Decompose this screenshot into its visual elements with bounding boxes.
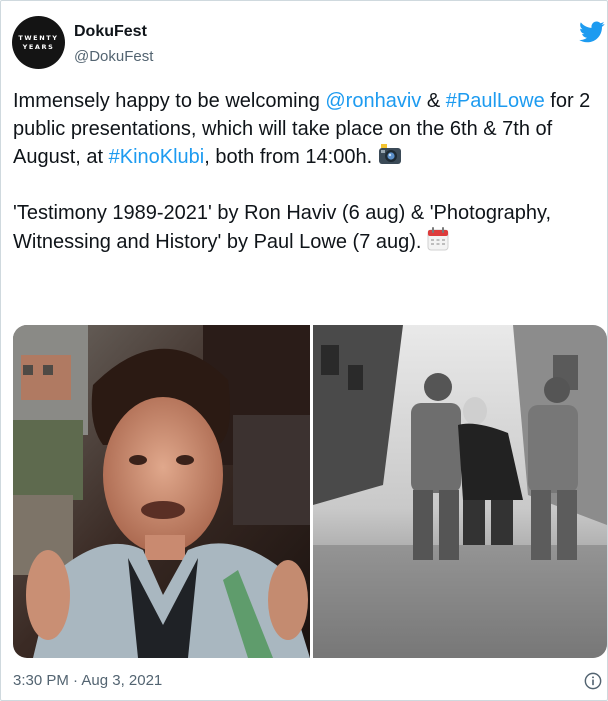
tweet-paragraph: 'Testimony 1989-2021' by Ron Haviv (6 au… [13,199,598,256]
tweet-text: Immensely happy to be welcoming @ronhavi… [13,87,598,256]
mention-link[interactable]: @ronhaviv [325,90,421,112]
calendar-icon [427,227,449,251]
text-segment: Immensely happy to be welcoming [13,90,326,112]
media-container [13,325,607,658]
info-icon[interactable] [584,672,602,690]
text-segment: 'Testimony 1989-2021' by Ron Haviv (6 au… [13,202,552,253]
hashtag-link[interactable]: #PaulLowe [446,90,545,112]
avatar-text: YEARS [22,42,55,51]
author-name[interactable]: DokuFest [74,23,147,41]
twitter-bird-icon[interactable] [579,19,605,45]
photo-soldiers-street[interactable] [313,325,607,658]
hashtag-link[interactable]: #KinoKlubi [109,146,205,168]
text-segment: & [421,90,446,112]
camera-with-flash-icon [378,144,401,164]
author-handle[interactable]: @DokuFest [74,48,153,65]
text-segment: , both from 14:00h. [204,146,378,168]
avatar-text: TWENTY [18,33,59,42]
tweet-paragraph: Immensely happy to be welcoming @ronhavi… [13,87,598,171]
photo-distressed-man[interactable] [13,325,310,658]
tweet-timestamp[interactable]: 3:30 PM · Aug 3, 2021 [13,672,162,689]
avatar[interactable]: TWENTY YEARS [12,16,65,69]
tweet-card: TWENTY YEARS DokuFest @DokuFest Immensel… [0,0,608,701]
